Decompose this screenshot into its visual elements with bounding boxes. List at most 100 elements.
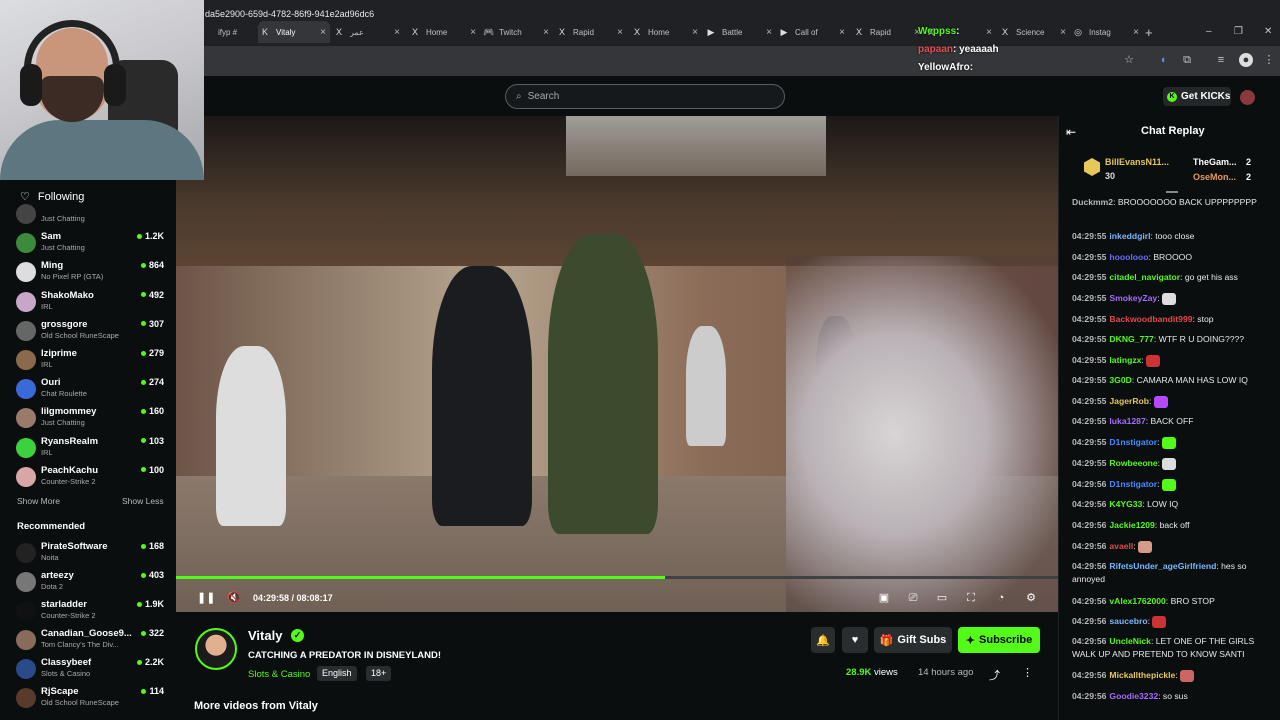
streamer-avatar[interactable] (195, 628, 237, 670)
close-tab-icon[interactable]: × (986, 27, 996, 38)
gift-subs-button[interactable]: 🎁 Gift Subs (874, 627, 952, 653)
chat-username[interactable]: RifetsUnder_ageGirlfriend (1109, 561, 1216, 571)
pause-button[interactable]: ❚❚ (197, 591, 215, 605)
get-kicks-button[interactable]: K Get KICKs (1163, 87, 1231, 106)
profile-icon[interactable]: ● (1239, 53, 1253, 67)
chat-username[interactable]: Duckmm2 (1072, 197, 1113, 207)
channel-item[interactable]: RjScape Old School RuneScape 114 (16, 684, 166, 711)
channel-item[interactable]: arteezy Dota 2 403 (16, 568, 166, 595)
channel-item[interactable]: Ming No Pixel RP (GTA) 864 (16, 258, 166, 285)
theatre-mode-icon[interactable]: ▭ (935, 591, 949, 605)
chat-username[interactable]: Backwoodbandit999 (1109, 314, 1192, 324)
speed-icon[interactable]: ◔ (994, 591, 1008, 605)
category-link[interactable]: Slots & Casino (248, 669, 310, 680)
close-tab-icon[interactable]: × (766, 27, 776, 38)
browser-tab[interactable]: X Science × (998, 21, 1070, 43)
user-avatar[interactable] (1240, 90, 1255, 105)
chat-username[interactable]: K4YG33 (1109, 499, 1142, 509)
browser-tab[interactable]: X Home × (408, 21, 480, 43)
browser-tab[interactable]: X Rapid × (852, 21, 924, 43)
chat-username[interactable]: JagerRob (1109, 396, 1149, 406)
close-tab-icon[interactable]: × (617, 27, 627, 38)
close-window-button[interactable]: ✕ (1264, 26, 1272, 37)
close-tab-icon[interactable]: × (543, 27, 553, 38)
channel-item[interactable]: Iziprime IRL 279 (16, 346, 166, 373)
close-tab-icon[interactable]: × (470, 27, 480, 38)
channel-item[interactable]: Just Chatting (16, 200, 166, 227)
clip-icon[interactable]: ⎚ (906, 591, 920, 605)
browser-tab[interactable]: X عمر × (332, 21, 404, 43)
close-tab-icon[interactable]: × (839, 27, 849, 38)
close-tab-icon[interactable]: × (1133, 27, 1143, 38)
language-tag[interactable]: English (317, 666, 357, 681)
browser-tab[interactable]: X Rapid × (555, 21, 627, 43)
browser-tab[interactable]: 🎮 Twitch × (481, 21, 553, 43)
chat-username[interactable]: DKNG_777 (1109, 334, 1153, 344)
chat-username[interactable]: hooolooo (1109, 252, 1148, 262)
search-input[interactable]: ⌕ Search (505, 84, 785, 109)
chat-username[interactable]: avaell (1109, 541, 1133, 551)
streamer-name[interactable]: Vitaly (248, 628, 282, 643)
puzzle-extensions-icon[interactable]: ⧉ (1180, 53, 1194, 67)
browser-tab[interactable]: ▶ Battle × (704, 21, 776, 43)
share-icon[interactable]: ⤴ (989, 667, 1000, 683)
channel-item[interactable]: grossgore Old School RuneScape 307 (16, 317, 166, 344)
extension-icon[interactable]: ◖ (1156, 53, 1170, 67)
chat-username[interactable]: D1nstigator (1109, 479, 1157, 489)
channel-item[interactable]: PeachKachu Counter-Strike 2 100 (16, 463, 166, 490)
video-player[interactable] (176, 116, 1058, 612)
collapse-chat-icon[interactable]: ⇤ (1066, 125, 1076, 139)
chat-username[interactable]: vAlex1762000 (1109, 596, 1165, 606)
show-more-link[interactable]: Show More (17, 496, 60, 506)
browser-tab[interactable]: ▶ Call of × (777, 21, 849, 43)
more-options-icon[interactable]: ⋮ (1022, 666, 1033, 679)
close-tab-icon[interactable]: × (320, 27, 330, 38)
drag-handle[interactable] (1166, 191, 1178, 193)
fullscreen-icon[interactable]: ⛶ (964, 591, 978, 605)
leaderboard-name[interactable]: TheGam... (1193, 157, 1237, 167)
chat-username[interactable]: UncleNick (1109, 636, 1151, 646)
maximize-button[interactable]: ❐ (1234, 26, 1243, 37)
chat-username[interactable]: citadel_navigator (1109, 272, 1180, 282)
chat-username[interactable]: saucebro (1109, 616, 1147, 626)
chat-username[interactable]: Rowbeeone (1109, 458, 1157, 468)
chat-username[interactable]: SmokeyZay (1109, 293, 1157, 303)
channel-item[interactable]: lilgmommey Just Chatting 160 (16, 404, 166, 431)
browser-tab[interactable]: X Home × (630, 21, 702, 43)
media-controls-icon[interactable]: ≡ (1214, 53, 1228, 67)
leaderboard-name[interactable]: OseMon... (1193, 172, 1236, 182)
url-text[interactable]: da5e2900-659d-4782-86f9-941e2ad96dc6 (205, 9, 374, 19)
show-less-link[interactable]: Show Less (122, 496, 164, 506)
follow-heart-button[interactable]: ♥ (842, 627, 868, 653)
channel-item[interactable]: Canadian_Goose9... Tom Clancy's The Div..… (16, 626, 166, 653)
chat-username[interactable]: D1nstigator (1109, 437, 1157, 447)
miniplayer-icon[interactable]: ▣ (877, 591, 891, 605)
subscribe-button[interactable]: ✦ Subscribe (958, 627, 1040, 653)
notification-bell-button[interactable]: 🔔 (811, 627, 835, 653)
chat-username[interactable]: latingzx (1109, 355, 1141, 365)
close-tab-icon[interactable]: × (1060, 27, 1070, 38)
channel-item[interactable]: RyansRealm IRL 103 (16, 434, 166, 461)
browser-menu-icon[interactable]: ⋮ (1262, 53, 1276, 67)
chat-username[interactable]: inkeddgirl (1109, 231, 1150, 241)
bookmark-star-icon[interactable]: ☆ (1122, 53, 1136, 67)
channel-item[interactable]: Classybeef Slots & Casino 2.2K (16, 655, 166, 682)
channel-item[interactable]: ShakoMako IRL 492 (16, 288, 166, 315)
browser-tab[interactable]: ◎ Instag × (1071, 21, 1143, 43)
close-tab-icon[interactable]: × (394, 27, 404, 38)
chat-username[interactable]: Jackie1209 (1109, 520, 1154, 530)
close-tab-icon[interactable]: × (692, 27, 702, 38)
browser-tab[interactable]: K Vitaly × (258, 21, 330, 43)
channel-item[interactable]: starladder Counter-Strike 2 1.9K (16, 597, 166, 624)
mute-button[interactable]: 🔇 (227, 591, 241, 605)
leaderboard-name[interactable]: BillEvansN11... (1105, 157, 1169, 167)
channel-item[interactable]: Sam Just Chatting 1.2K (16, 229, 166, 256)
minimize-button[interactable]: – (1206, 26, 1212, 37)
chat-username[interactable]: Mickallthepickle (1109, 670, 1175, 680)
channel-item[interactable]: PirateSoftware Noita 168 (16, 539, 166, 566)
channel-item[interactable]: Ouri Chat Roulette 274 (16, 375, 166, 402)
chat-username[interactable]: Goodie3232 (1109, 691, 1158, 701)
new-tab-button[interactable]: + (1145, 25, 1153, 40)
chat-username[interactable]: luka1287 (1109, 416, 1145, 426)
chat-username[interactable]: 3G0D (1109, 375, 1131, 385)
